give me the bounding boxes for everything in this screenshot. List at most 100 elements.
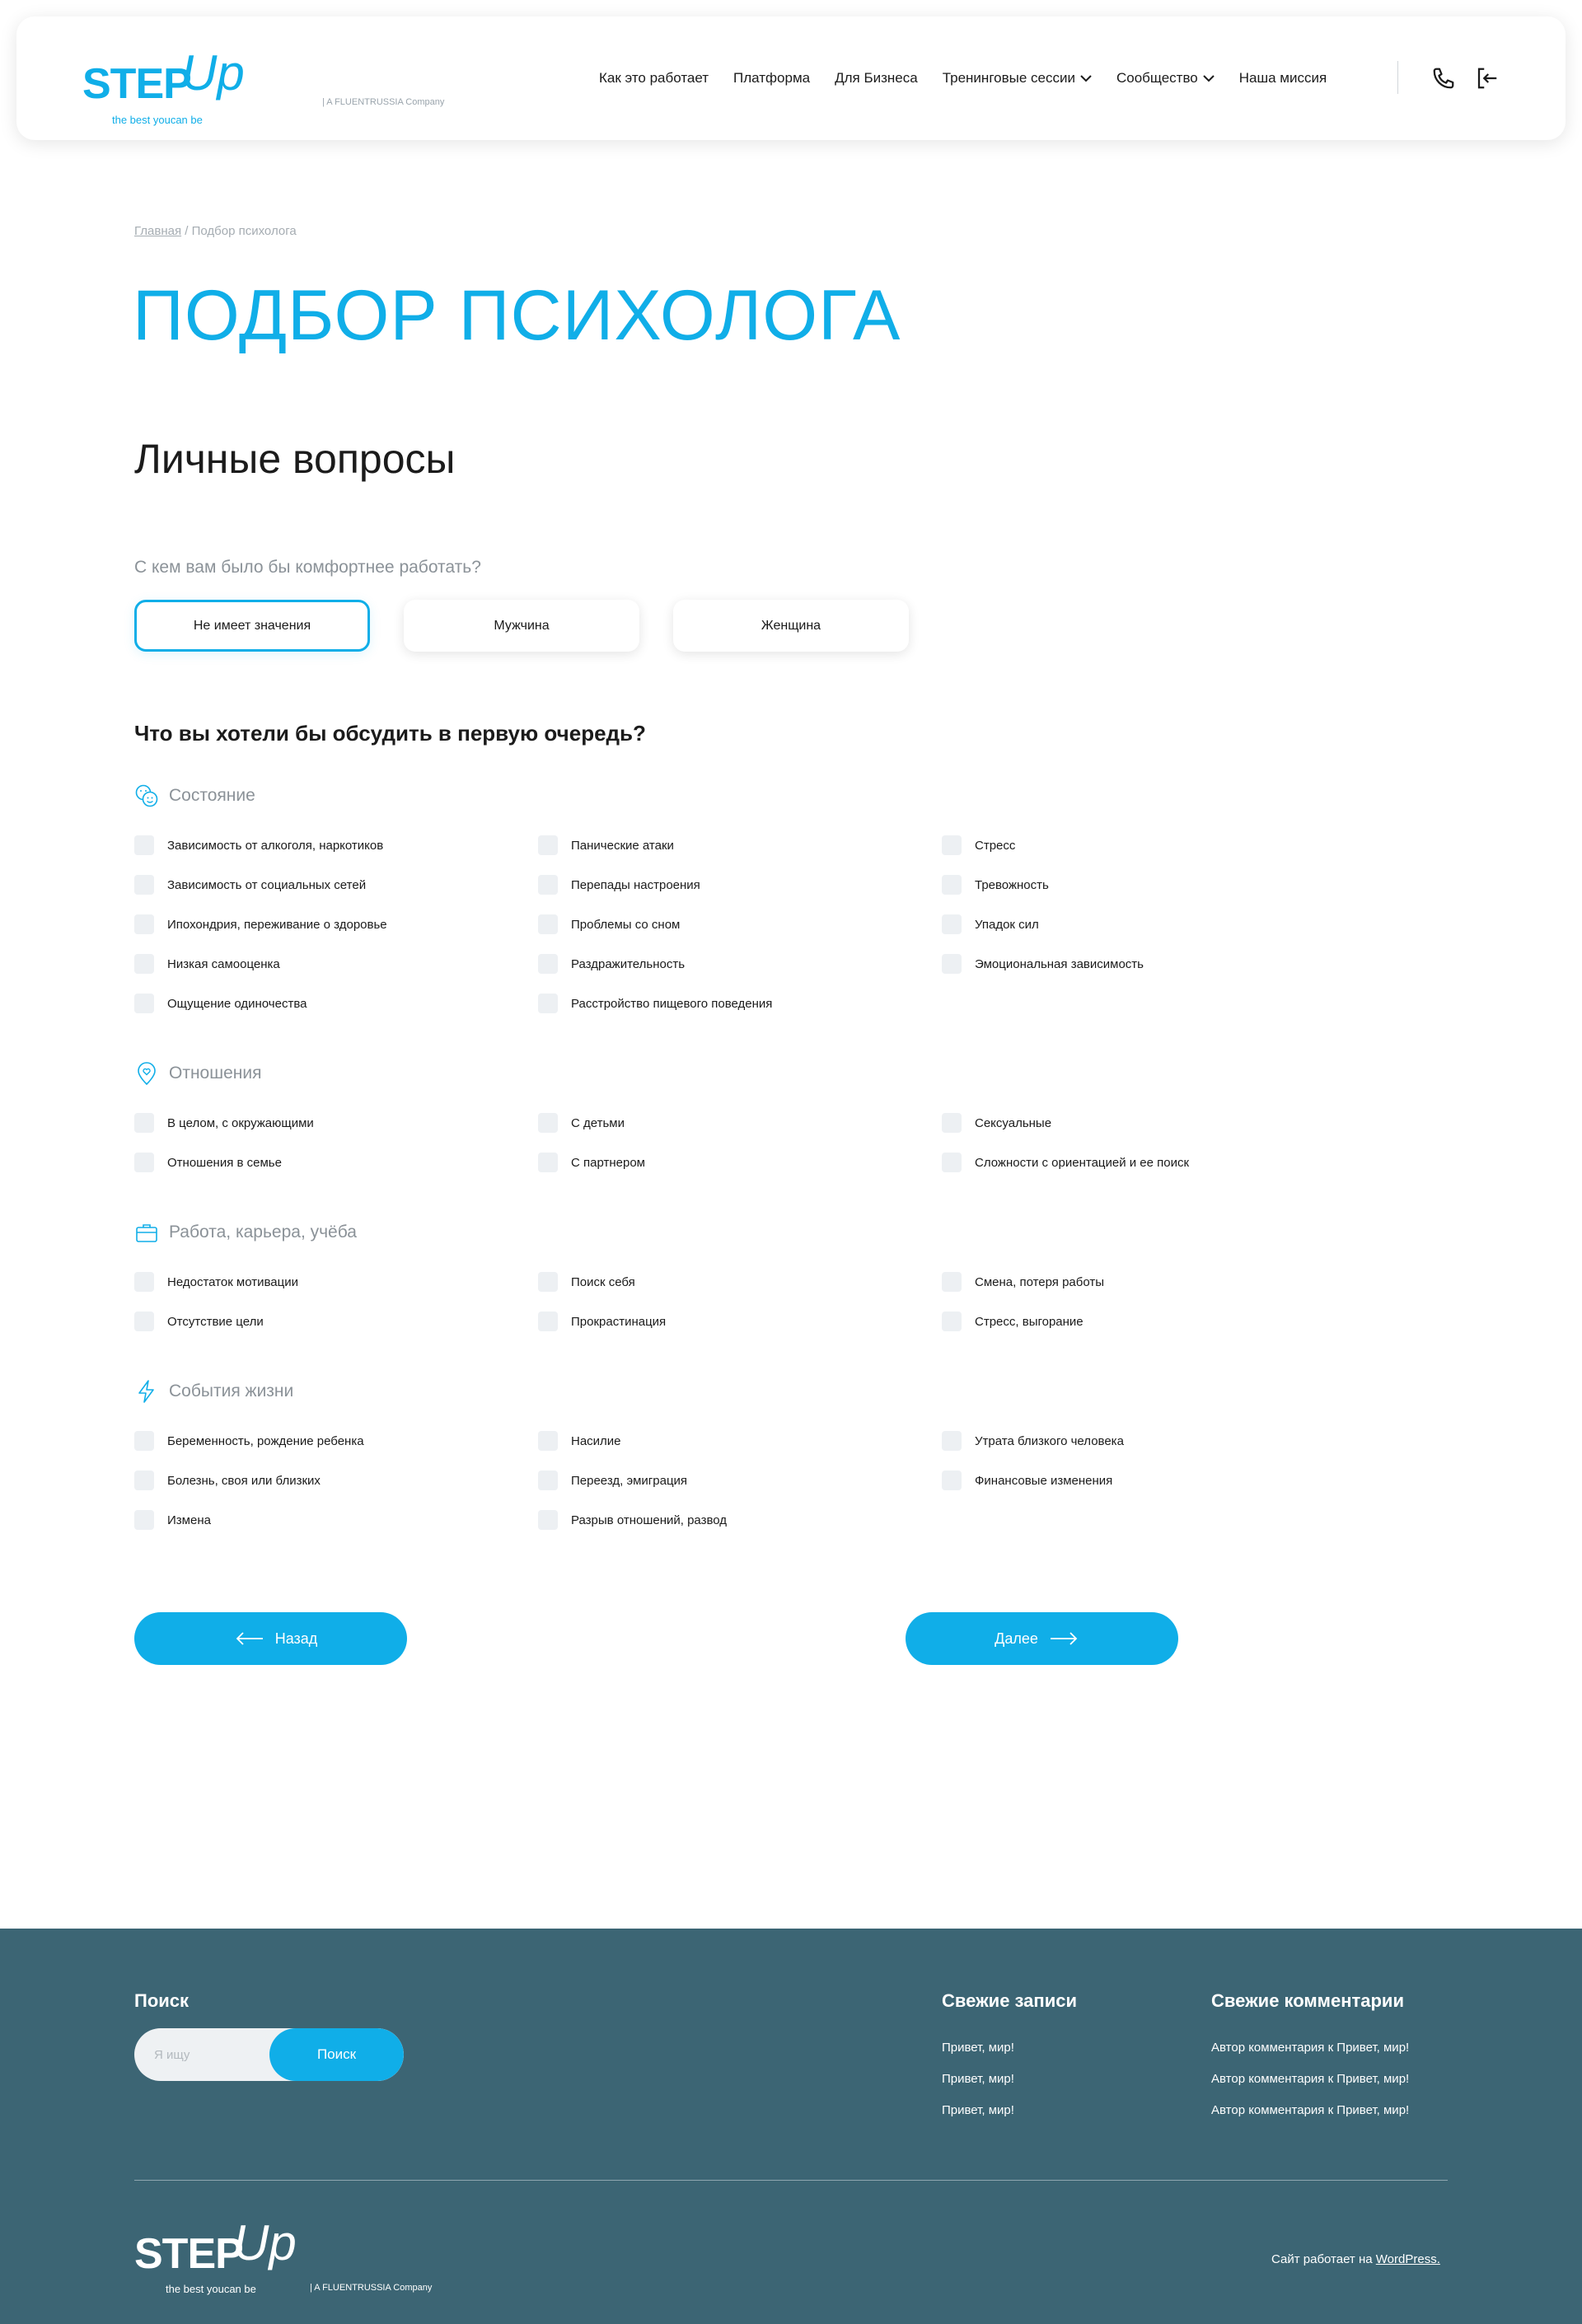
- nav-business[interactable]: Для Бизнеса: [835, 70, 918, 87]
- topic-checkbox[interactable]: Прокрастинация: [538, 1311, 666, 1332]
- recent-comment-link[interactable]: Автор комментария к Привет, мир!: [1211, 2072, 1409, 2086]
- checkbox[interactable]: [942, 1272, 962, 1292]
- checkbox[interactable]: [538, 914, 558, 934]
- checkbox[interactable]: [942, 914, 962, 934]
- checkbox[interactable]: [134, 1153, 154, 1172]
- gender-option-any[interactable]: Не имеет значения: [134, 600, 370, 652]
- logo-company: | A FLUENTRUSSIA Company: [310, 2283, 433, 2293]
- topic-checkbox[interactable]: Переезд, эмиграция: [538, 1470, 687, 1491]
- wordpress-link[interactable]: WordPress.: [1376, 2252, 1440, 2266]
- phone-icon[interactable]: [1431, 66, 1456, 91]
- checkbox[interactable]: [942, 1431, 962, 1451]
- back-button[interactable]: Назад: [134, 1612, 407, 1665]
- topic-checkbox[interactable]: Стресс, выгорание: [942, 1311, 1084, 1332]
- checkbox[interactable]: [538, 835, 558, 855]
- logo-up-text: Up: [233, 2215, 297, 2270]
- footer-search-input[interactable]: [134, 2028, 274, 2081]
- checkbox[interactable]: [538, 1272, 558, 1292]
- topic-checkbox[interactable]: Сложности с ориентацией и ее поиск: [942, 1152, 1189, 1173]
- checkbox[interactable]: [538, 1471, 558, 1490]
- topic-checkbox[interactable]: Ощущение одиночества: [134, 993, 307, 1014]
- nav-community[interactable]: Сообщество: [1116, 70, 1215, 87]
- login-icon[interactable]: [1475, 66, 1500, 91]
- nav-training-sessions[interactable]: Тренинговые сессии: [943, 70, 1092, 87]
- topic-checkbox[interactable]: Утрата близкого человека: [942, 1430, 1124, 1452]
- checkbox[interactable]: [134, 994, 154, 1013]
- checkbox[interactable]: [134, 954, 154, 974]
- checkbox[interactable]: [538, 1431, 558, 1451]
- checkbox[interactable]: [134, 1272, 154, 1292]
- topic-checkbox[interactable]: Разрыв отношений, развод: [538, 1509, 727, 1531]
- checkbox[interactable]: [538, 1113, 558, 1133]
- checkbox[interactable]: [538, 875, 558, 895]
- checkbox[interactable]: [942, 954, 962, 974]
- topic-checkbox[interactable]: Тревожность: [942, 874, 1049, 895]
- recent-post-link[interactable]: Привет, мир!: [942, 2072, 1014, 2086]
- gender-option-male[interactable]: Мужчина: [404, 600, 639, 652]
- topic-checkbox[interactable]: Панические атаки: [538, 835, 674, 856]
- checkbox[interactable]: [134, 875, 154, 895]
- footer-logo[interactable]: STEP Up the best youcan be | A FLUENTRUS…: [134, 2213, 480, 2295]
- topic-checkbox[interactable]: Упадок сил: [942, 914, 1039, 935]
- checkbox[interactable]: [942, 835, 962, 855]
- recent-post-link[interactable]: Привет, мир!: [942, 2103, 1014, 2117]
- checkbox[interactable]: [942, 1153, 962, 1172]
- breadcrumb-home-link[interactable]: Главная: [134, 224, 181, 238]
- checkbox[interactable]: [134, 1431, 154, 1451]
- logo[interactable]: STEP Up the best youcan be | A FLUENTRUS…: [82, 41, 444, 126]
- checkbox[interactable]: [538, 1153, 558, 1172]
- checkbox[interactable]: [538, 994, 558, 1013]
- checkbox[interactable]: [942, 1471, 962, 1490]
- topic-checkbox[interactable]: Отношения в семье: [134, 1152, 282, 1173]
- topic-checkbox[interactable]: Низкая самооценка: [134, 953, 280, 975]
- footer-search-button[interactable]: Поиск: [269, 2028, 404, 2081]
- topic-checkbox[interactable]: Финансовые изменения: [942, 1470, 1112, 1491]
- checkbox[interactable]: [538, 1312, 558, 1331]
- lightning-icon: [138, 1380, 154, 1403]
- checkbox[interactable]: [134, 1113, 154, 1133]
- recent-post-link[interactable]: Привет, мир!: [942, 2041, 1014, 2055]
- checkbox[interactable]: [942, 1312, 962, 1331]
- topic-checkbox[interactable]: Зависимость от социальных сетей: [134, 874, 366, 895]
- topic-checkbox[interactable]: Измена: [134, 1509, 211, 1531]
- topic-checkbox[interactable]: Стресс: [942, 835, 1015, 856]
- topic-checkbox[interactable]: С партнером: [538, 1152, 645, 1173]
- nav-how-it-works[interactable]: Как это работает: [599, 70, 709, 87]
- topic-checkbox[interactable]: Зависимость от алкоголя, наркотиков: [134, 835, 383, 856]
- topic-checkbox[interactable]: Отсутствие цели: [134, 1311, 264, 1332]
- topic-checkbox[interactable]: Сексуальные: [942, 1112, 1051, 1134]
- checkbox[interactable]: [134, 1510, 154, 1530]
- topic-checkbox[interactable]: Насилие: [538, 1430, 621, 1452]
- topic-checkbox[interactable]: С детьми: [538, 1112, 625, 1134]
- recent-comment-link[interactable]: Автор комментария к Привет, мир!: [1211, 2041, 1409, 2055]
- checkbox[interactable]: [942, 1113, 962, 1133]
- checkbox[interactable]: [134, 914, 154, 934]
- topic-label: Сложности с ориентацией и ее поиск: [975, 1155, 1190, 1170]
- topic-checkbox[interactable]: Расстройство пищевого поведения: [538, 993, 772, 1014]
- topic-checkbox[interactable]: Перепады настроения: [538, 874, 700, 895]
- checkbox[interactable]: [538, 954, 558, 974]
- next-button[interactable]: Далее: [906, 1612, 1178, 1665]
- checkbox[interactable]: [134, 835, 154, 855]
- topic-checkbox[interactable]: Смена, потеря работы: [942, 1271, 1104, 1293]
- topic-checkbox[interactable]: Ипохондрия, переживание о здоровье: [134, 914, 387, 935]
- topic-checkbox[interactable]: Проблемы со сном: [538, 914, 680, 935]
- checkbox[interactable]: [134, 1312, 154, 1331]
- recent-comment-link[interactable]: Автор комментария к Привет, мир!: [1211, 2103, 1409, 2117]
- nav-mission[interactable]: Наша миссия: [1239, 70, 1327, 87]
- topic-label: Расстройство пищевого поведения: [571, 996, 773, 1011]
- topic-checkbox[interactable]: Раздражительность: [538, 953, 685, 975]
- category-title: Работа, карьера, учёба: [169, 1223, 357, 1241]
- checkbox[interactable]: [134, 1471, 154, 1490]
- checkbox[interactable]: [538, 1510, 558, 1530]
- nav-platform[interactable]: Платформа: [733, 70, 810, 87]
- checkbox[interactable]: [942, 875, 962, 895]
- topic-label: Поиск себя: [571, 1274, 635, 1289]
- topic-checkbox[interactable]: Болезнь, своя или близких: [134, 1470, 321, 1491]
- topic-checkbox[interactable]: Беременность, рождение ребенка: [134, 1430, 364, 1452]
- topic-checkbox[interactable]: Недостаток мотивации: [134, 1271, 298, 1293]
- topic-checkbox[interactable]: В целом, с окружающими: [134, 1112, 314, 1134]
- topic-checkbox[interactable]: Эмоциональная зависимость: [942, 953, 1144, 975]
- topic-checkbox[interactable]: Поиск себя: [538, 1271, 635, 1293]
- gender-option-female[interactable]: Женщина: [673, 600, 909, 652]
